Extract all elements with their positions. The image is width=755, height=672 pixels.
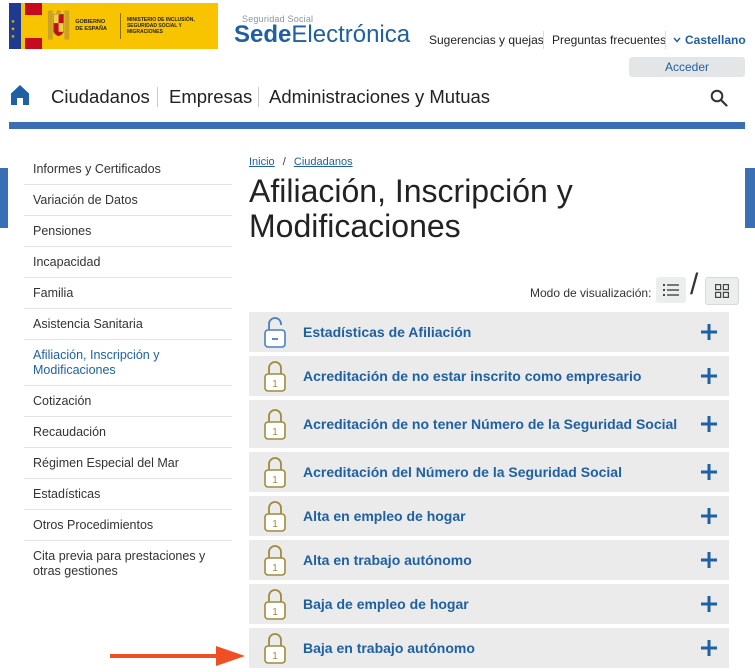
procedure-label: Acreditación de no estar inscrito como e… <box>303 368 642 384</box>
sidebar-item-recaudacion[interactable]: Recaudación <box>24 417 232 448</box>
government-logo[interactable]: GOBIERNO DE ESPAÑA MINISTERIO DE INCLUSI… <box>9 3 218 49</box>
page-title: Afiliación, Inscripción y Modificaciones <box>249 173 573 244</box>
ministry-text: MINISTERIO DE INCLUSIÓN, SEGURIDAD SOCIA… <box>126 17 195 35</box>
language-selector[interactable]: Castellano <box>673 33 746 47</box>
language-label: Castellano <box>685 33 746 47</box>
svg-text:1: 1 <box>272 651 278 662</box>
home-icon[interactable] <box>10 84 30 106</box>
expand-plus-icon[interactable] <box>701 368 717 384</box>
procedure-label: Acreditación del Número de la Seguridad … <box>303 464 622 480</box>
procedure-item[interactable]: 1 Alta en trabajo autónomo <box>249 540 729 580</box>
expand-plus-icon[interactable] <box>701 416 717 432</box>
sede-bold-text: Sede <box>234 21 292 48</box>
sidebar-item-estadisticas[interactable]: Estadísticas <box>24 479 232 510</box>
sidebar-item-afiliacion[interactable]: Afiliación, Inscripción y Modificaciones <box>24 340 232 386</box>
sidebar-item-regimen-mar[interactable]: Régimen Especial del Mar <box>24 448 232 479</box>
sidebar-item-otros[interactable]: Otros Procedimientos <box>24 510 232 541</box>
svg-text:1: 1 <box>272 475 278 486</box>
procedure-label: Acreditación de no tener Número de la Se… <box>303 416 678 432</box>
procedure-item[interactable]: 1 Acreditación del Número de la Segurida… <box>249 452 729 492</box>
svg-text:1: 1 <box>272 379 278 390</box>
left-edge-tab[interactable] <box>0 168 8 228</box>
gobierno-text: GOBIERNO DE ESPAÑA <box>75 13 121 39</box>
padlock-level-1-icon: 1 <box>264 633 286 664</box>
svg-text:1: 1 <box>272 563 278 574</box>
procedure-item[interactable]: 1 Alta en empleo de hogar <box>249 496 729 536</box>
procedure-label: Alta en empleo de hogar <box>303 508 466 524</box>
procedure-label: Baja en trabajo autónomo <box>303 640 475 656</box>
sede-light-text: Electrónica <box>291 21 411 48</box>
procedure-label: Baja de empleo de hogar <box>303 596 469 612</box>
login-button[interactable]: Acceder <box>629 57 745 77</box>
svg-text:1: 1 <box>272 607 278 618</box>
preguntas-link[interactable]: Preguntas frecuentes <box>552 33 666 47</box>
grid-icon <box>715 284 729 298</box>
eu-flag-icon <box>9 3 21 49</box>
expand-plus-icon[interactable] <box>701 640 717 656</box>
list-icon <box>663 284 679 296</box>
breadcrumb: Inicio / Ciudadanos <box>249 156 353 168</box>
padlock-level-1-icon: 1 <box>264 501 286 532</box>
nav-item-ciudadanos[interactable]: Ciudadanos <box>51 86 150 108</box>
sidebar-item-incapacidad[interactable]: Incapacidad <box>24 247 232 278</box>
nav-item-empresas[interactable]: Empresas <box>169 86 252 108</box>
view-mode-separator: / <box>690 268 699 301</box>
coat-of-arms-icon <box>47 10 70 40</box>
padlock-level-1-icon: 1 <box>264 409 286 440</box>
sidebar: Informes y Certificados Variación de Dat… <box>24 154 232 586</box>
annotation-arrow-icon <box>110 646 245 666</box>
breadcrumb-inicio[interactable]: Inicio <box>249 156 275 168</box>
sidebar-item-familia[interactable]: Familia <box>24 278 232 309</box>
breadcrumb-separator: / <box>282 156 286 168</box>
sidebar-item-cita-previa[interactable]: Cita previa para prestaciones y otras ge… <box>24 541 232 586</box>
svg-text:1: 1 <box>272 519 278 530</box>
expand-plus-icon[interactable] <box>701 464 717 480</box>
expand-plus-icon[interactable] <box>701 596 717 612</box>
sidebar-item-informes[interactable]: Informes y Certificados <box>24 154 232 185</box>
sidebar-item-pensiones[interactable]: Pensiones <box>24 216 232 247</box>
expand-plus-icon[interactable] <box>701 508 717 524</box>
procedure-label: Estadísticas de Afiliación <box>303 324 472 340</box>
chevron-down-icon <box>673 37 681 43</box>
sidebar-item-asistencia[interactable]: Asistencia Sanitaria <box>24 309 232 340</box>
svg-text:1: 1 <box>272 427 278 438</box>
padlock-level-1-icon: 1 <box>264 361 286 392</box>
nav-item-administraciones[interactable]: Administraciones y Mutuas <box>269 86 490 108</box>
unlocked-padlock-icon <box>264 317 286 348</box>
sugerencias-link[interactable]: Sugerencias y quejas <box>429 33 544 47</box>
sidebar-item-variacion[interactable]: Variación de Datos <box>24 185 232 216</box>
spain-flag-icon <box>24 3 43 49</box>
expand-plus-icon[interactable] <box>701 552 717 568</box>
procedure-item[interactable]: 1 Acreditación de no estar inscrito como… <box>249 356 729 396</box>
grid-view-button[interactable] <box>705 277 739 305</box>
right-edge-tab[interactable] <box>745 168 755 228</box>
list-view-button[interactable] <box>656 277 686 303</box>
procedure-list: Estadísticas de Afiliación 1 Acreditació… <box>249 312 729 672</box>
sede-electronica-logo[interactable]: Seguridad Social SedeElectrónica <box>234 14 411 48</box>
procedure-item[interactable]: Estadísticas de Afiliación <box>249 312 729 352</box>
padlock-level-1-icon: 1 <box>264 589 286 620</box>
search-icon[interactable] <box>710 89 728 107</box>
header-divider <box>9 122 745 129</box>
view-mode-label: Modo de visualización: <box>530 286 652 300</box>
padlock-level-1-icon: 1 <box>264 457 286 488</box>
sidebar-item-cotizacion[interactable]: Cotización <box>24 386 232 417</box>
procedure-item[interactable]: 1 Baja en trabajo autónomo <box>249 628 729 668</box>
expand-plus-icon[interactable] <box>701 324 717 340</box>
padlock-level-1-icon: 1 <box>264 545 286 576</box>
procedure-label: Alta en trabajo autónomo <box>303 552 472 568</box>
breadcrumb-ciudadanos[interactable]: Ciudadanos <box>294 156 353 168</box>
procedure-item[interactable]: 1 Acreditación de no tener Número de la … <box>249 400 729 448</box>
procedure-item[interactable]: 1 Baja de empleo de hogar <box>249 584 729 624</box>
